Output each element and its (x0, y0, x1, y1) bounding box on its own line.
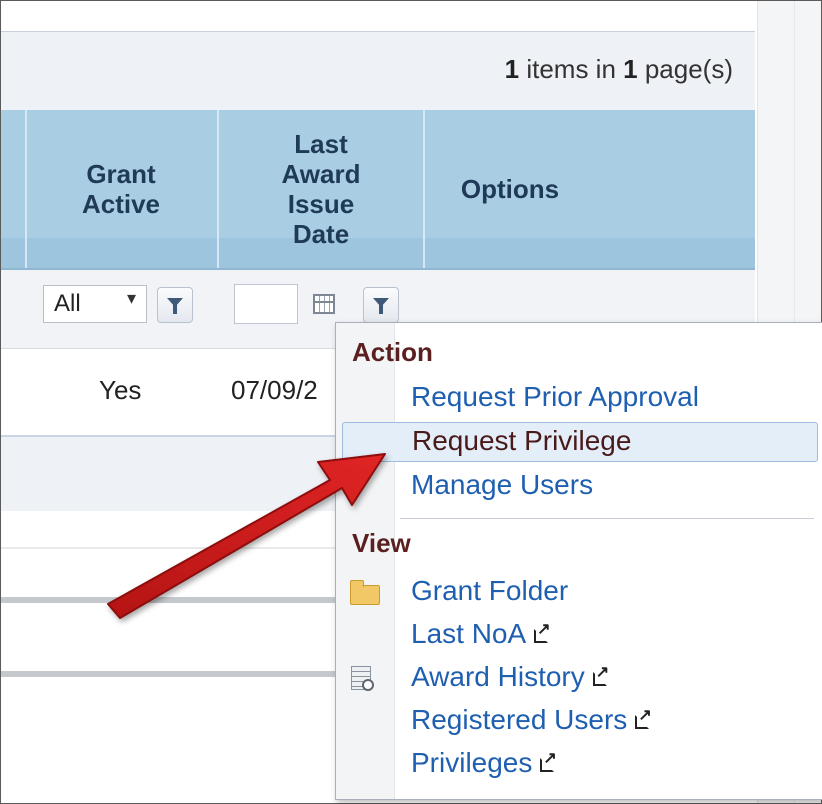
grant-active-filter-select[interactable]: All ▾ (43, 285, 147, 323)
context-menu: Action Request Prior Approval Request Pr… (335, 322, 822, 800)
item-count: 1 (504, 54, 520, 84)
pager-summary: 1 items in 1 page(s) (505, 54, 733, 85)
divider (1, 671, 341, 677)
award-date-filter-button[interactable] (363, 287, 399, 323)
external-link-icon (635, 705, 652, 729)
external-link-icon (540, 748, 557, 772)
menu-section-view: View (352, 528, 411, 558)
award-date-filter-input[interactable] (234, 284, 298, 324)
column-header-options: Options (460, 174, 560, 204)
cell-last-award-issue-date: 07/09/2 (231, 375, 318, 405)
page-count: 1 (623, 54, 638, 84)
menu-item-award-history[interactable]: Award History (411, 661, 609, 693)
divider (1, 597, 341, 603)
column-header-grant-active[interactable]: Grant Active (25, 110, 217, 268)
menu-item-manage-users[interactable]: Manage Users (411, 469, 593, 501)
menu-item-request-prior-approval[interactable]: Request Prior Approval (411, 381, 699, 413)
calendar-icon[interactable] (313, 294, 335, 314)
grant-active-filter-button[interactable] (157, 287, 193, 323)
menu-icon-gutter (336, 323, 395, 799)
column-header-last-award-issue-date[interactable]: Last Award Issue Date (219, 110, 423, 268)
external-link-icon (534, 619, 551, 643)
menu-item-privileges[interactable]: Privileges (411, 747, 557, 779)
pager-bar: 1 items in 1 page(s) (1, 31, 755, 111)
filter-icon (373, 298, 389, 314)
grid-header: Grant Active Last Award Issue Date Optio… (1, 110, 755, 270)
menu-item-registered-users[interactable]: Registered Users (411, 704, 652, 736)
history-icon (351, 666, 374, 691)
menu-item-last-noa[interactable]: Last NoA (411, 618, 551, 650)
menu-item-grant-folder[interactable]: Grant Folder (411, 575, 568, 607)
folder-icon (350, 580, 380, 605)
cell-grant-active: Yes (99, 375, 142, 405)
menu-item-request-privilege[interactable]: Request Privilege (342, 422, 818, 462)
menu-separator (400, 518, 814, 519)
external-link-icon (592, 662, 609, 686)
dropdown-caret-icon: ▾ (126, 288, 136, 308)
pager-label-b: page(s) (637, 54, 733, 84)
pager-label-a: items in (519, 54, 624, 84)
menu-section-action: Action (352, 337, 433, 367)
filter-icon (167, 298, 183, 314)
